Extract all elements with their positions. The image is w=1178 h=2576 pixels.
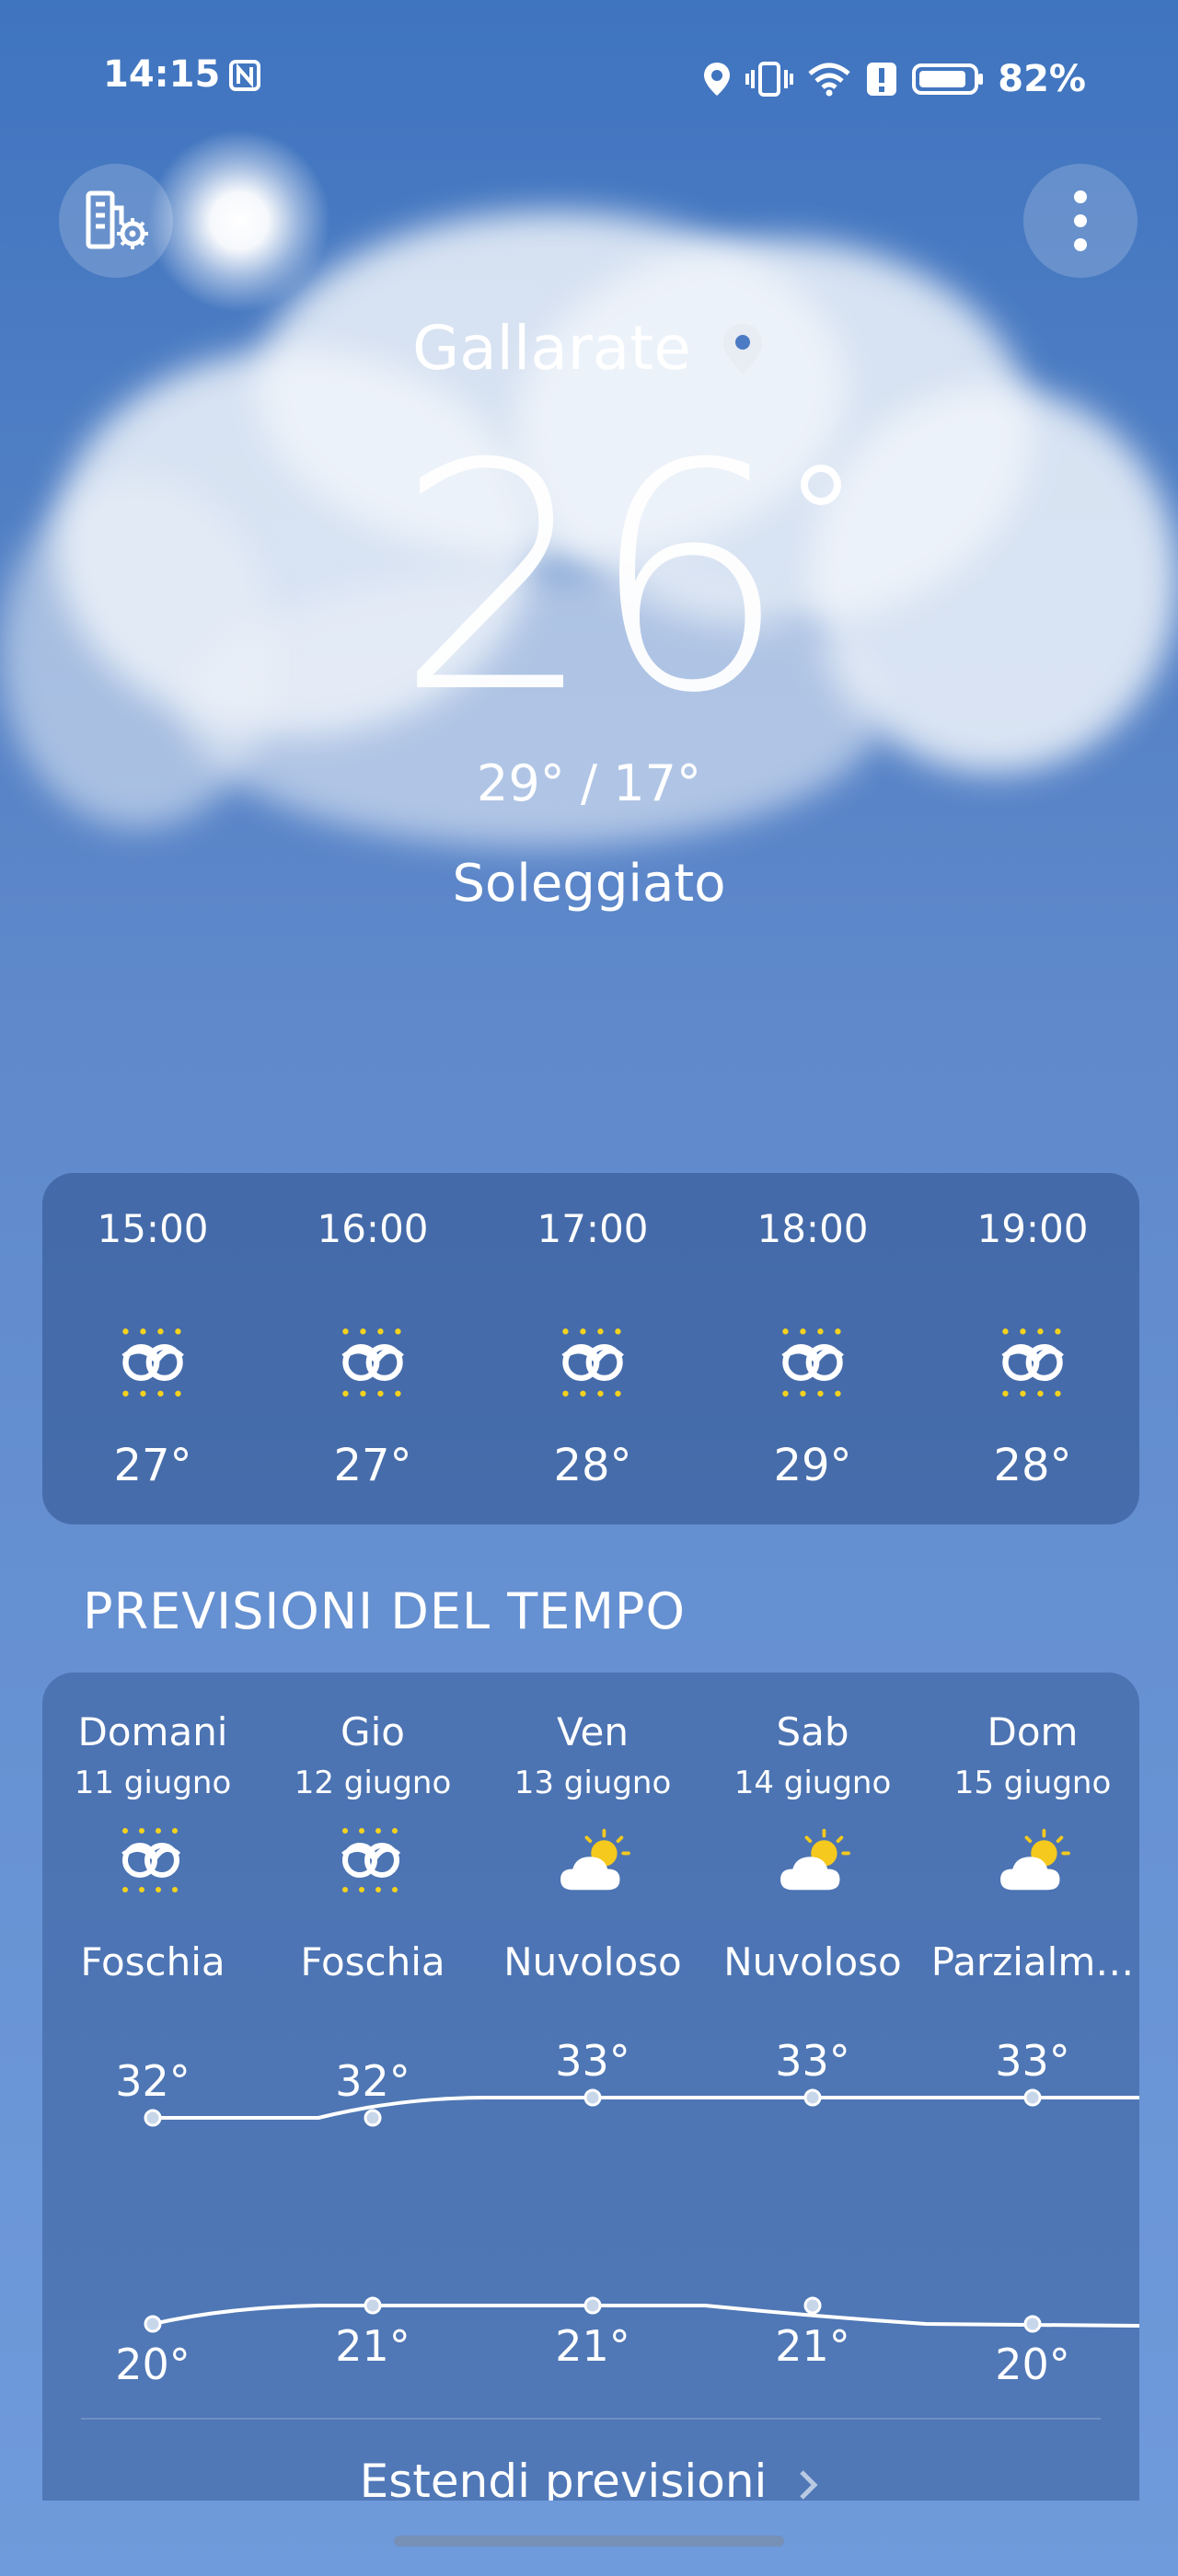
hour-temperature: 27°: [113, 1440, 192, 1491]
more-options-button[interactable]: [1023, 164, 1138, 278]
haze-icon: [778, 1328, 848, 1397]
min-max-temperature: 29° / 17°: [477, 754, 701, 812]
hour-time: 18:00: [756, 1206, 869, 1251]
city-settings-button[interactable]: [59, 164, 173, 278]
alert-icon: [867, 63, 897, 96]
haze-icon: [998, 1328, 1068, 1397]
hourly-forecast-card[interactable]: 15:00 27° 16:00 27° 17:00 28° 18:00 29° …: [42, 1173, 1139, 1524]
divider: [81, 2418, 1101, 2420]
high-temp-label: 33°: [775, 2036, 850, 2086]
expand-forecast-label: Estendi previsioni: [359, 2455, 768, 2501]
status-time: 14:15: [103, 53, 221, 96]
low-temp-label: 21°: [335, 2321, 410, 2371]
low-temp-label: 21°: [775, 2321, 850, 2371]
more-vertical-icon: [1074, 190, 1087, 251]
haze-icon: [118, 1328, 188, 1397]
home-indicator[interactable]: [394, 2536, 784, 2547]
low-temp-label: 20°: [115, 2340, 191, 2389]
hour-temperature: 28°: [993, 1440, 1072, 1491]
city-header[interactable]: Gallarate: [0, 313, 1178, 384]
low-temp-line: [152, 2304, 1139, 2328]
sun-glow: [147, 129, 331, 313]
low-temp-point: [803, 2296, 822, 2315]
haze-icon: [558, 1328, 628, 1397]
city-settings-icon: [86, 190, 148, 249]
hour-temperature: 29°: [773, 1440, 852, 1491]
high-temp-point: [583, 2088, 602, 2107]
low-temp-label: 21°: [555, 2321, 630, 2371]
forecast-section-title: PREVISIONI DEL TEMPO: [83, 1582, 686, 1640]
high-temp-label: 33°: [555, 2036, 630, 2086]
high-temp-point: [1023, 2088, 1042, 2107]
current-temperature: 26: [395, 397, 789, 762]
city-name: Gallarate: [412, 313, 691, 384]
hour-time: 17:00: [537, 1206, 649, 1251]
battery-icon: [912, 63, 984, 95]
high-temp-label: 33°: [995, 2036, 1070, 2086]
low-temp-point: [1023, 2315, 1042, 2333]
expand-forecast-button[interactable]: Estendi previsioni: [42, 2455, 1139, 2501]
battery-percent: 82%: [998, 58, 1086, 100]
low-temp-label: 20°: [995, 2340, 1070, 2389]
location-icon: [704, 63, 731, 96]
high-temp-point: [364, 2109, 382, 2127]
daily-forecast-card[interactable]: Domani 11 giugno Foschia Gio 12 giugno F…: [42, 1673, 1139, 2501]
low-temp-point: [144, 2315, 162, 2333]
low-temp-point: [364, 2296, 382, 2315]
vibrate-icon: [745, 62, 794, 97]
hour-temperature: 28°: [553, 1440, 632, 1491]
hour-time: 16:00: [317, 1206, 429, 1251]
nfc-icon: [229, 60, 260, 91]
hour-time: 15:00: [97, 1206, 209, 1251]
high-temp-line: [153, 2096, 1139, 2120]
current-condition: Soleggiato: [452, 854, 726, 914]
chevron-right-icon: [800, 2469, 818, 2500]
degree-symbol: [801, 465, 841, 505]
status-icons: 82%: [701, 53, 1086, 105]
hour-time: 19:00: [976, 1206, 1089, 1251]
temperature-graph: 32° 32° 33° 33° 33° 20° 21° 21° 21° 20°: [115, 2036, 1139, 2389]
high-temp-point: [144, 2109, 162, 2127]
wifi-icon: [808, 63, 850, 97]
low-temp-point: [583, 2296, 602, 2315]
location-pin-icon: [722, 323, 762, 374]
high-temp-point: [803, 2088, 822, 2107]
high-temp-label: 32°: [335, 2056, 410, 2106]
high-temp-label: 32°: [115, 2056, 191, 2106]
status-bar: 14:15 82%: [0, 53, 1178, 105]
haze-icon: [338, 1328, 408, 1397]
hour-temperature: 27°: [333, 1440, 412, 1491]
